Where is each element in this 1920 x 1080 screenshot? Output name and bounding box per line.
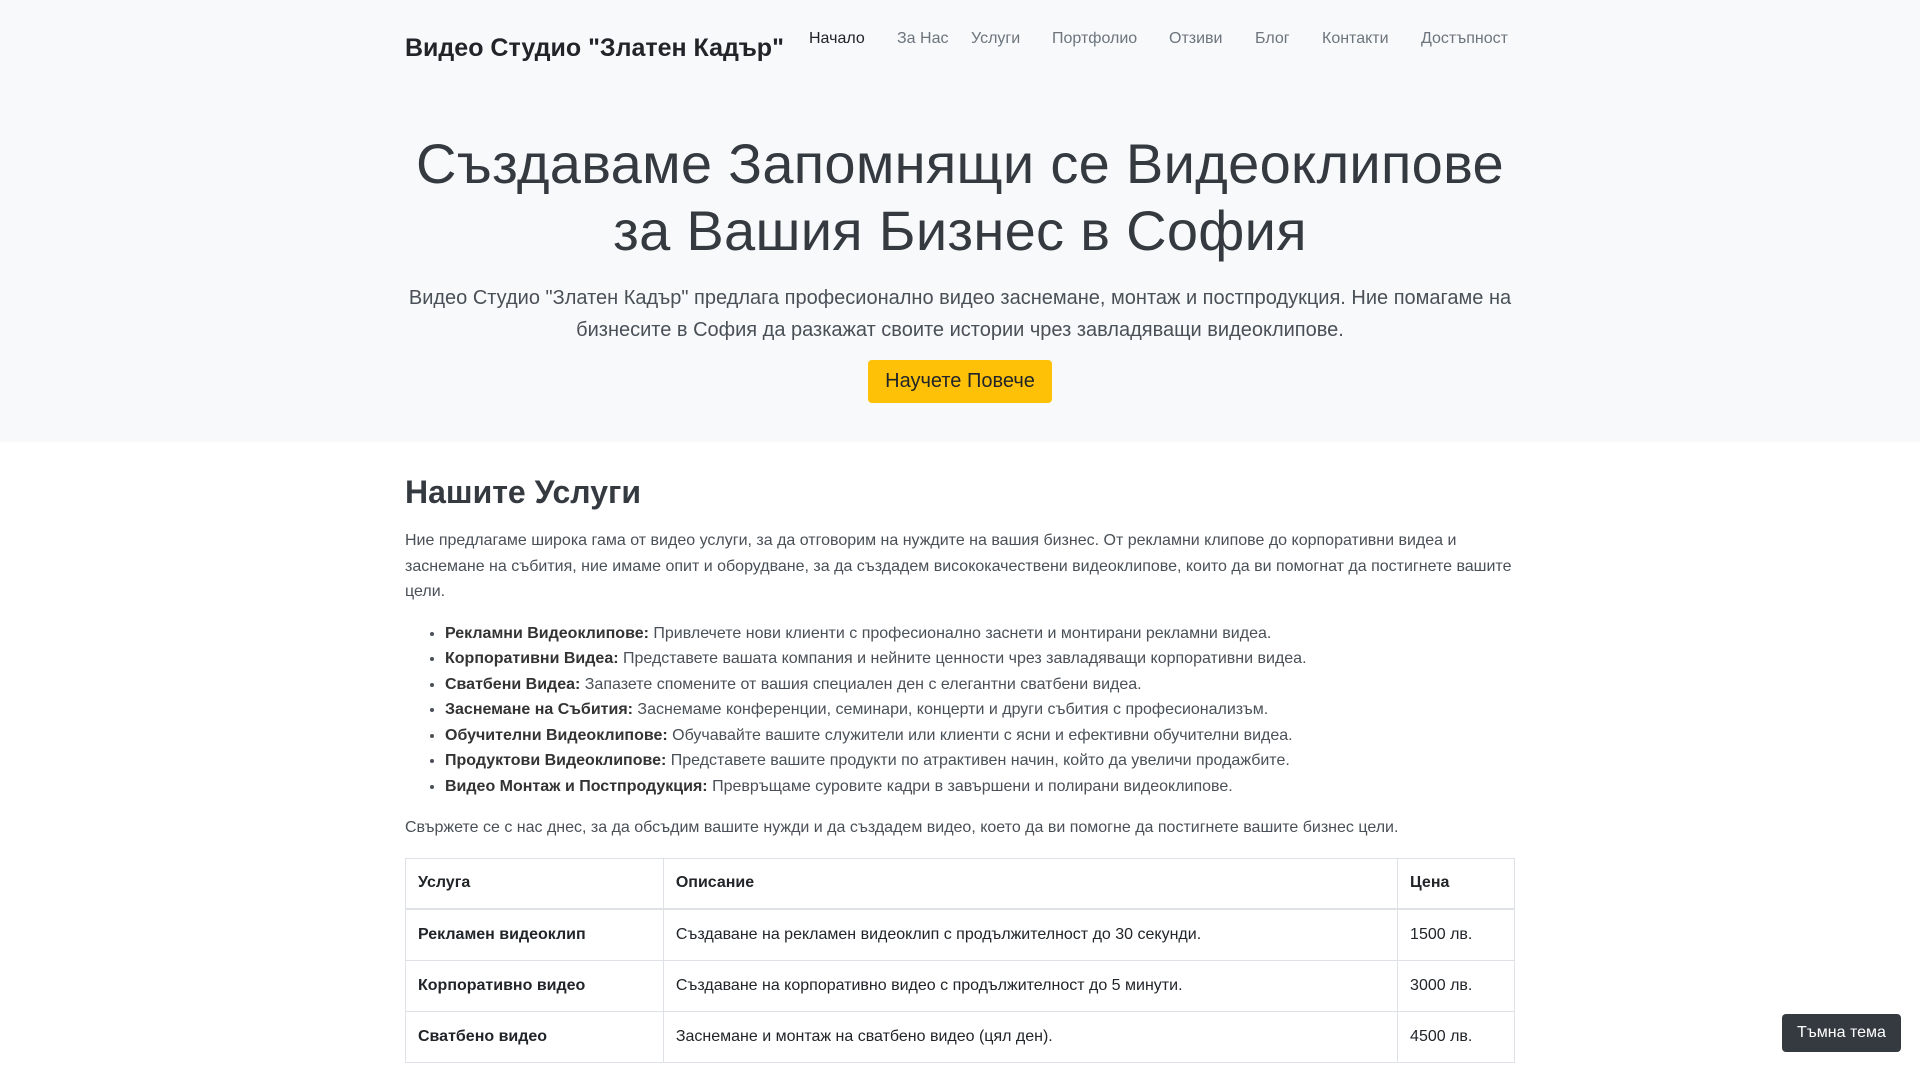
services-heading: Нашите Услуги (405, 474, 641, 510)
service-title: Заснемане на Събития: (445, 701, 633, 718)
service-text: Запазете спомените от вашия специален де… (580, 675, 1142, 693)
hero-content: Създаваме Запомнящи се Видеоклипове за В… (405, 100, 1515, 403)
table-header-row: Услуга Описание Цена (405, 857, 1515, 910)
service-text: Представете вашата компания и нейните це… (618, 650, 1307, 667)
learn-more-button[interactable]: Научете Повече (868, 360, 1052, 403)
service-cell: Сватбено видео (405, 1010, 664, 1063)
services-list: Рекламни Видеоклипове: Привлечете нови к… (445, 621, 1515, 800)
service-title: Обучителни Видеоклипове: (445, 726, 668, 744)
brand-logo[interactable]: Видео Студио "Златен Кадър" (405, 34, 784, 63)
table-row: Рекламен видеоклип Създаване на рекламен… (405, 908, 1515, 961)
dark-theme-toggle-button[interactable]: Тъмна тема (1782, 1014, 1901, 1052)
pricing-table: Услуга Описание Цена Рекламен видеоклип … (405, 857, 1515, 1063)
list-item: Обучителни Видеоклипове: Обучавайте ваши… (445, 723, 1515, 749)
list-item: Видео Монтаж и Постпродукция: Превръщаме… (445, 774, 1515, 800)
site-header: Видео Студио "Златен Кадър" Начало За На… (405, 0, 1515, 100)
hero-lead: Видео Студио "Златен Кадър" предлага про… (408, 287, 1512, 341)
list-item: Корпоративни Видеа: Представете вашата к… (445, 646, 1515, 672)
table-row: Сватбено видео Заснемане и монтаж на сва… (405, 1010, 1515, 1063)
service-text: Привлечете нови клиенти с професионално … (648, 624, 1272, 642)
list-item: Рекламни Видеоклипове: Привлечете нови к… (445, 621, 1515, 647)
price-cell: 1500 лв. (1397, 908, 1515, 961)
services-outro: Свържете се с нас днес, за да обсъдим ва… (405, 819, 1399, 836)
nav-item-home[interactable]: Начало (809, 26, 897, 52)
hero-title: Създаваме Запомнящи се Видеоклипове за В… (416, 132, 1504, 262)
nav-item-blog[interactable]: Блог (1255, 26, 1322, 52)
service-cell: Корпоративно видео (405, 959, 664, 1012)
column-header-price: Цена (1397, 857, 1515, 910)
service-title: Сватбени Видеа: (445, 675, 581, 693)
nav-item-portfolio[interactable]: Портфолио (1052, 26, 1169, 52)
service-title: Рекламни Видеоклипове: (445, 624, 649, 642)
service-text: Заснемаме конференции, семинари, концерт… (632, 701, 1269, 718)
list-item: Продуктови Видеоклипове: Представете ваш… (445, 748, 1515, 774)
service-title: Продуктови Видеоклипове: (445, 752, 667, 769)
table-row: Корпоративно видео Създаване на корпорат… (405, 959, 1515, 1012)
list-item: Сватбени Видеа: Запазете спомените от ва… (445, 672, 1515, 698)
service-text: Обучавайте вашите служители или клиенти … (667, 726, 1293, 744)
service-text: Представете вашите продукти по атрактиве… (666, 752, 1290, 769)
nav-item-services[interactable]: Услуги (971, 26, 1052, 52)
service-title: Видео Монтаж и Постпродукция: (445, 777, 708, 795)
price-cell: 3000 лв. (1397, 959, 1515, 1012)
services-section: Нашите Услуги Ние предлагаме широка гама… (405, 442, 1515, 1063)
column-header-description: Описание (662, 857, 1399, 910)
column-header-service: Услуга (405, 857, 664, 910)
nav-item-about[interactable]: За Нас (897, 26, 971, 52)
nav-item-accessibility[interactable]: Достъпност (1421, 26, 1521, 52)
nav-item-contacts[interactable]: Контакти (1322, 26, 1421, 52)
service-cell: Рекламен видеоклип (405, 908, 664, 961)
service-text: Превръщаме суровите кадри в завършени и … (707, 777, 1233, 795)
service-title: Корпоративни Видеа: (445, 650, 619, 667)
services-intro: Ние предлагаме широка гама от видео услу… (405, 532, 1512, 600)
price-cell: 4500 лв. (1397, 1010, 1515, 1063)
description-cell: Заснемане и монтаж на сватбено видео (ця… (662, 1010, 1399, 1063)
description-cell: Създаване на корпоративно видео с продъл… (662, 959, 1399, 1012)
nav-item-testimonials[interactable]: Отзиви (1169, 26, 1255, 52)
hero-section: Видео Студио "Златен Кадър" Начало За На… (0, 0, 1920, 442)
list-item: Заснемане на Събития: Заснемаме конферен… (445, 697, 1515, 723)
main-nav: Начало За Нас Услуги Портфолио Отзиви Бл… (809, 26, 1521, 52)
description-cell: Създаване на рекламен видеоклип с продъл… (662, 908, 1399, 961)
